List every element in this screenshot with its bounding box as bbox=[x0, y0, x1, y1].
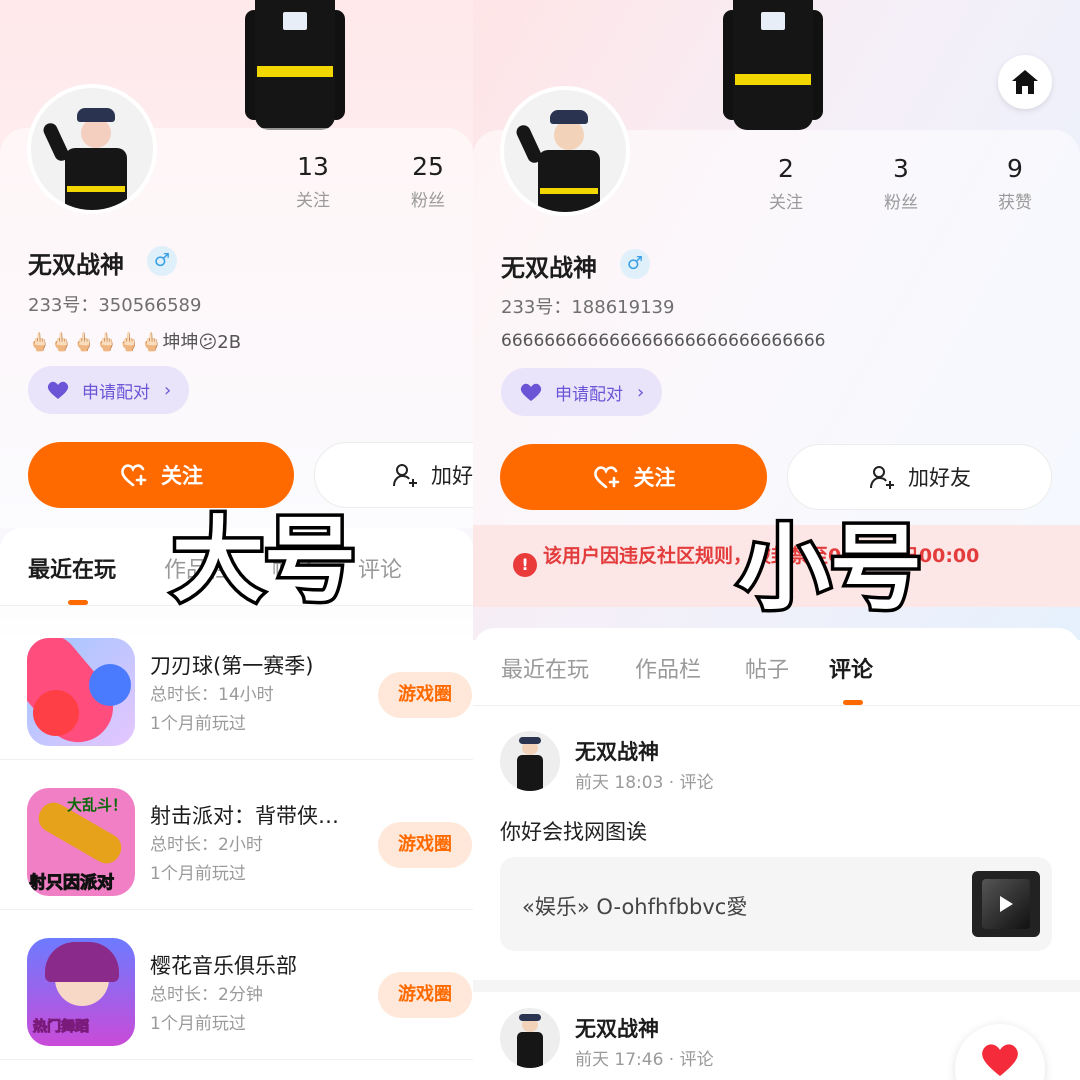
list-item[interactable]: 热门舞蹈 樱花音乐俱乐部 总时长：2分钟 1个月前玩过 游戏圈 bbox=[0, 910, 473, 1060]
tab-comments[interactable]: 评论 bbox=[358, 552, 402, 584]
tab-comments[interactable]: 评论 bbox=[829, 652, 873, 684]
game-title: 刀刃球(第一赛季) bbox=[150, 654, 314, 678]
male-icon: ♂ bbox=[620, 249, 650, 279]
game-duration: 总时长：2分钟 bbox=[150, 985, 263, 1005]
game-last-played: 1个月前玩过 bbox=[150, 864, 246, 884]
chevron-right-icon: › bbox=[164, 379, 172, 401]
tab-posts[interactable]: 帖子 bbox=[745, 652, 789, 684]
stat-likes-count: 9 bbox=[1007, 154, 1023, 183]
reference-thumbnail bbox=[972, 871, 1040, 937]
comment-avatar[interactable] bbox=[500, 1008, 560, 1068]
user-name: 无双战神 bbox=[501, 254, 597, 282]
stat-following-label: 关注 bbox=[296, 191, 330, 211]
tab-recent-played[interactable]: 最近在玩 bbox=[28, 552, 116, 584]
apply-pair-label: 申请配对 bbox=[82, 382, 150, 403]
stat-fans[interactable]: 3 粉丝 bbox=[856, 154, 946, 213]
warning-icon: ! bbox=[513, 553, 537, 577]
tab-works[interactable]: 作品栏 bbox=[635, 652, 701, 684]
play-icon bbox=[1000, 896, 1013, 912]
chevron-right-icon: › bbox=[637, 381, 645, 403]
comment-text: 你好会找网图诶 bbox=[500, 820, 647, 844]
add-friend-label: 加好 bbox=[431, 464, 473, 488]
stat-fans-count: 3 bbox=[893, 154, 909, 183]
overlay-label-alt: 小号 bbox=[734, 512, 925, 626]
list-item[interactable]: 刀刃球(第一赛季) 总时长：14小时 1个月前玩过 游戏圈 bbox=[0, 610, 473, 760]
game-circle-button[interactable]: 游戏圈 bbox=[378, 822, 472, 868]
home-button[interactable] bbox=[998, 55, 1052, 109]
stat-fans-count: 25 bbox=[412, 152, 444, 181]
stat-likes[interactable]: 9 获赞 bbox=[970, 154, 1060, 213]
game-icon-caption: 射只因派对 bbox=[29, 873, 115, 894]
stat-following-label: 关注 bbox=[769, 193, 803, 213]
stat-following[interactable]: 2 关注 bbox=[741, 154, 831, 213]
reference-title: «娱乐» O-ohfhfbbvc愛 bbox=[522, 895, 748, 919]
like-button[interactable] bbox=[955, 1024, 1045, 1080]
follow-label: 关注 bbox=[633, 466, 676, 490]
home-icon bbox=[1012, 70, 1038, 94]
user-id: 233号：188619139 bbox=[501, 297, 675, 318]
game-circle-button[interactable]: 游戏圈 bbox=[378, 672, 472, 718]
avatar[interactable] bbox=[27, 84, 157, 214]
cover-character bbox=[245, 0, 345, 130]
game-icon-caption: 热门舞蹈 bbox=[33, 1019, 90, 1036]
game-icon bbox=[27, 638, 135, 746]
heart-plus-icon bbox=[593, 466, 619, 489]
add-friend-icon bbox=[393, 464, 417, 487]
game-icon: 大乱斗！ 射只因派对 bbox=[27, 788, 135, 896]
add-friend-icon bbox=[870, 466, 894, 489]
game-title: 射击派对：背带侠… bbox=[150, 804, 339, 828]
divider bbox=[473, 980, 1080, 992]
apply-pair-button[interactable]: 申请配对 › bbox=[28, 366, 190, 414]
list-item[interactable]: 大乱斗！ 射只因派对 射击派对：背带侠… 总时长：2小时 1个月前玩过 游戏圈 bbox=[0, 760, 473, 910]
game-icon: 热门舞蹈 bbox=[27, 938, 135, 1046]
game-duration: 总时长：14小时 bbox=[150, 685, 274, 705]
comment-meta: 前天 17:46 · 评论 bbox=[575, 1050, 714, 1070]
stat-following-count: 13 bbox=[297, 152, 329, 181]
heart-plus-icon bbox=[121, 464, 147, 487]
game-circle-button[interactable]: 游戏圈 bbox=[378, 972, 472, 1018]
avatar[interactable] bbox=[500, 86, 630, 216]
game-last-played: 1个月前玩过 bbox=[150, 1014, 246, 1034]
user-bio: 666666666666666666666666666666 bbox=[501, 331, 826, 351]
game-duration: 总时长：2小时 bbox=[150, 835, 263, 855]
user-bio: 🖕🏻🖕🏻🖕🏻🖕🏻🖕🏻🖕🏻坤坤😕2B bbox=[28, 332, 242, 353]
alt-account-panel: 2 关注 3 粉丝 9 获赞 无双战神 ♂ 233号：188619139 666… bbox=[473, 0, 1080, 1080]
stat-following-count: 2 bbox=[778, 154, 794, 183]
comment-meta: 前天 18:03 · 评论 bbox=[575, 773, 714, 793]
add-friend-label: 加好友 bbox=[908, 466, 971, 490]
comment-author[interactable]: 无双战神 bbox=[575, 736, 659, 766]
heart-icon bbox=[47, 381, 69, 399]
comment-author[interactable]: 无双战神 bbox=[575, 1013, 659, 1043]
heart-icon bbox=[520, 383, 542, 401]
stat-likes-label: 获赞 bbox=[998, 193, 1032, 213]
game-title: 樱花音乐俱乐部 bbox=[150, 954, 297, 978]
comment-reference-card[interactable]: «娱乐» O-ohfhfbbvc愛 bbox=[500, 857, 1052, 951]
stat-fans[interactable]: 25 粉丝 bbox=[383, 152, 473, 211]
stat-fans-label: 粉丝 bbox=[884, 193, 918, 213]
tab-indicator bbox=[843, 700, 863, 705]
comment-avatar[interactable] bbox=[500, 731, 560, 791]
game-icon-badge: 大乱斗！ bbox=[67, 796, 128, 814]
cover-character bbox=[723, 0, 823, 130]
follow-button[interactable]: 关注 bbox=[500, 444, 767, 510]
stat-following[interactable]: 13 关注 bbox=[268, 152, 358, 211]
stat-fans-label: 粉丝 bbox=[411, 191, 445, 211]
tab-indicator bbox=[68, 600, 88, 605]
main-account-panel: 13 关注 25 粉丝 无双战神 ♂ 233号：350566589 🖕🏻🖕🏻🖕🏻… bbox=[0, 0, 473, 1080]
tab-recent-played[interactable]: 最近在玩 bbox=[501, 652, 589, 684]
apply-pair-button[interactable]: 申请配对 › bbox=[501, 368, 663, 416]
user-id: 233号：350566589 bbox=[28, 295, 202, 316]
game-last-played: 1个月前玩过 bbox=[150, 714, 246, 734]
apply-pair-label: 申请配对 bbox=[555, 384, 623, 405]
heart-icon bbox=[982, 1044, 1018, 1076]
overlay-label-main: 大号 bbox=[168, 504, 359, 618]
user-name: 无双战神 bbox=[28, 251, 124, 279]
profile-tabs: 最近在玩 作品栏 帖子 评论 bbox=[473, 628, 1080, 706]
male-icon: ♂ bbox=[147, 246, 177, 276]
